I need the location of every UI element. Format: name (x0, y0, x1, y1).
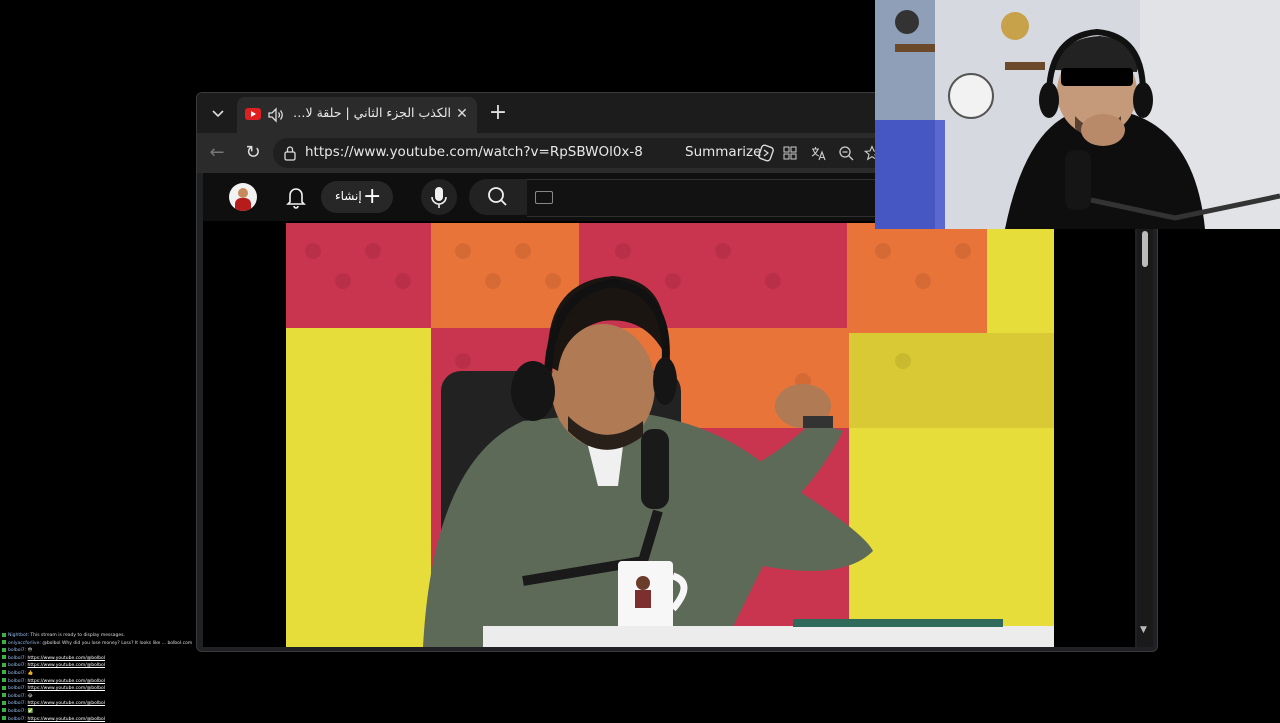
chat-message: bolbol7: https://www.youtube.com/@bolbol (2, 685, 222, 693)
tab-title: الكذب الجزء الثاني | حلقة لايف مـ (291, 105, 451, 120)
mic-icon (431, 187, 447, 208)
chat-message: bolbol7: ✅ (2, 708, 222, 716)
create-button[interactable]: إنشاء + (321, 181, 393, 213)
summarize-button[interactable]: Summarize (685, 144, 761, 160)
search-icon (488, 187, 507, 206)
webcam-overlay (875, 0, 1280, 229)
tab-list-button[interactable] (203, 99, 233, 127)
back-button[interactable]: ← (205, 141, 229, 165)
chat-overlay: Nightbot: This stream is ready to displa… (2, 632, 222, 723)
bell-icon[interactable] (285, 185, 307, 209)
extensions-icon[interactable] (781, 144, 799, 162)
chat-message: bolbol7: https://www.youtube.com/@bolbol (2, 700, 222, 708)
keyboard-icon[interactable] (535, 191, 553, 204)
avatar[interactable] (229, 183, 257, 211)
new-tab-button[interactable]: + (485, 101, 511, 127)
reload-button[interactable]: ↻ (241, 141, 265, 165)
scroll-thumb[interactable] (1142, 231, 1148, 267)
chat-message: bolbol7: https://www.youtube.com/@bolbol (2, 662, 222, 670)
translate-icon[interactable] (809, 144, 827, 162)
tab-youtube[interactable]: الكذب الجزء الثاني | حلقة لايف مـ ✕ (237, 97, 477, 133)
search-button[interactable] (469, 179, 527, 215)
avatar-body (235, 198, 251, 211)
chat-message: onlyaccforlive: @bolbol Why did you lose… (2, 640, 222, 648)
chat-message: bolbol7: 😂 (2, 693, 222, 701)
video-player[interactable] (203, 221, 1135, 647)
audio-icon[interactable] (267, 106, 285, 124)
chat-message: bolbol7: 😳 (2, 647, 222, 655)
summarize-icon[interactable] (757, 144, 775, 162)
close-icon[interactable]: ✕ (453, 105, 471, 123)
scroll-down-icon[interactable]: ▼ (1140, 625, 1147, 635)
chat-message: bolbol7: https://www.youtube.com/@bolbol (2, 678, 222, 686)
video-frame (203, 221, 1135, 647)
lock-icon[interactable] (283, 145, 297, 161)
url-text[interactable]: https://www.youtube.com/watch?v=RpSBWOl0… (305, 144, 643, 160)
plus-icon: + (363, 184, 382, 209)
avatar-face (238, 188, 248, 198)
page-scrollbar[interactable]: ▼ (1137, 221, 1153, 647)
chat-message: Nightbot: This stream is ready to displa… (2, 632, 222, 640)
create-label: إنشاء (335, 189, 362, 203)
chevron-down-icon (212, 110, 224, 118)
zoom-icon[interactable] (837, 144, 855, 162)
chat-message: bolbol7: https://www.youtube.com/@bolbol (2, 716, 222, 723)
address-bar[interactable]: https://www.youtube.com/watch?v=RpSBWOl0… (273, 138, 973, 168)
voice-search-button[interactable] (421, 179, 457, 215)
chat-message: bolbol7: 👍 (2, 670, 222, 678)
youtube-icon (245, 108, 261, 120)
search-input[interactable] (527, 179, 888, 217)
webcam-feed (875, 0, 1280, 229)
chat-message: bolbol7: https://www.youtube.com/@bolbol (2, 655, 222, 663)
